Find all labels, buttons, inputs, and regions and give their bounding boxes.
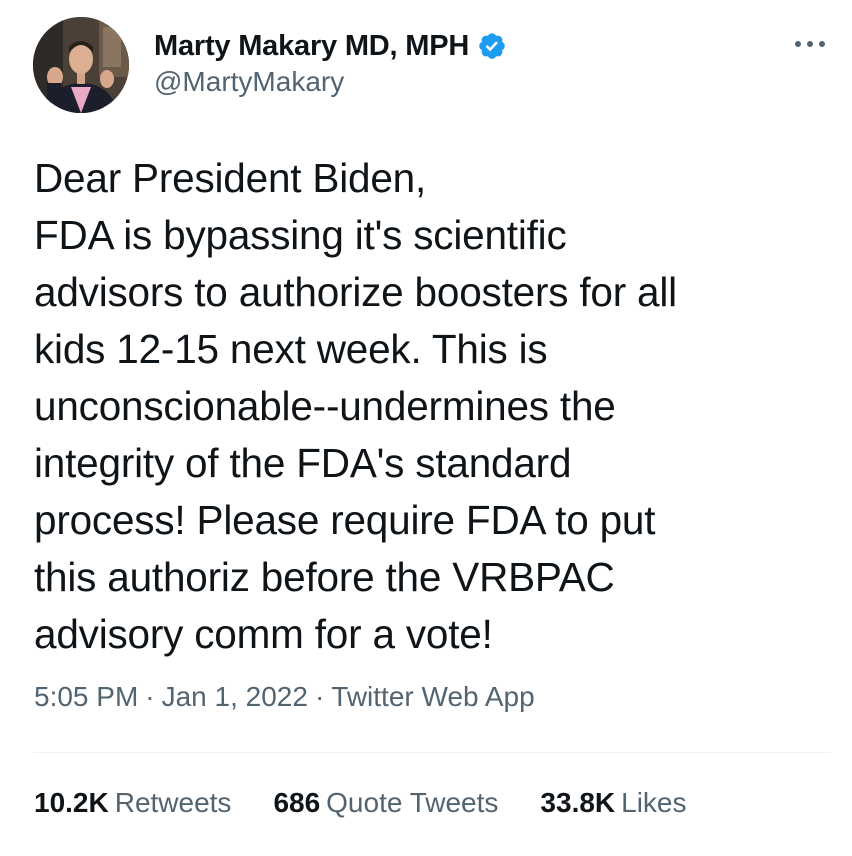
author-name-row: Marty Makary MD, MPH	[154, 26, 507, 66]
meta-separator: ·	[145, 681, 155, 712]
tweet-text: Dear President Biden, FDA is bypassing i…	[34, 155, 677, 657]
divider	[34, 752, 830, 753]
tweet-meta: 5:05 PM · Jan 1, 2022 · Twitter Web App	[34, 681, 535, 713]
retweets-count: 10.2K	[34, 787, 109, 818]
more-options-icon[interactable]	[793, 36, 827, 52]
verified-badge-icon	[477, 31, 507, 61]
likes-stat[interactable]: 33.8K Likes	[540, 787, 686, 819]
likes-label: Likes	[621, 787, 687, 818]
author-display-name[interactable]: Marty Makary MD, MPH	[154, 30, 469, 63]
quote-tweets-label: Quote Tweets	[326, 787, 499, 818]
tweet-source[interactable]: Twitter Web App	[331, 681, 534, 712]
meta-separator: ·	[314, 681, 325, 712]
tweet-time[interactable]: 5:05 PM	[34, 681, 138, 712]
quote-tweets-count: 686	[273, 787, 321, 818]
tweet-date[interactable]: Jan 1, 2022	[162, 681, 308, 712]
avatar[interactable]	[33, 17, 129, 113]
quote-tweets-stat[interactable]: 686 Quote Tweets	[273, 787, 498, 819]
author-handle[interactable]: @MartyMakary	[154, 66, 344, 98]
engagement-stats: 10.2K Retweets 686 Quote Tweets 33.8K Likes	[34, 787, 729, 819]
likes-count: 33.8K	[540, 787, 616, 818]
retweets-stat[interactable]: 10.2K Retweets	[34, 787, 231, 819]
tweet-card: Marty Makary MD, MPH @MartyMakary Dear P…	[0, 0, 852, 856]
retweets-label: Retweets	[114, 787, 232, 818]
avatar-photo	[33, 17, 129, 113]
